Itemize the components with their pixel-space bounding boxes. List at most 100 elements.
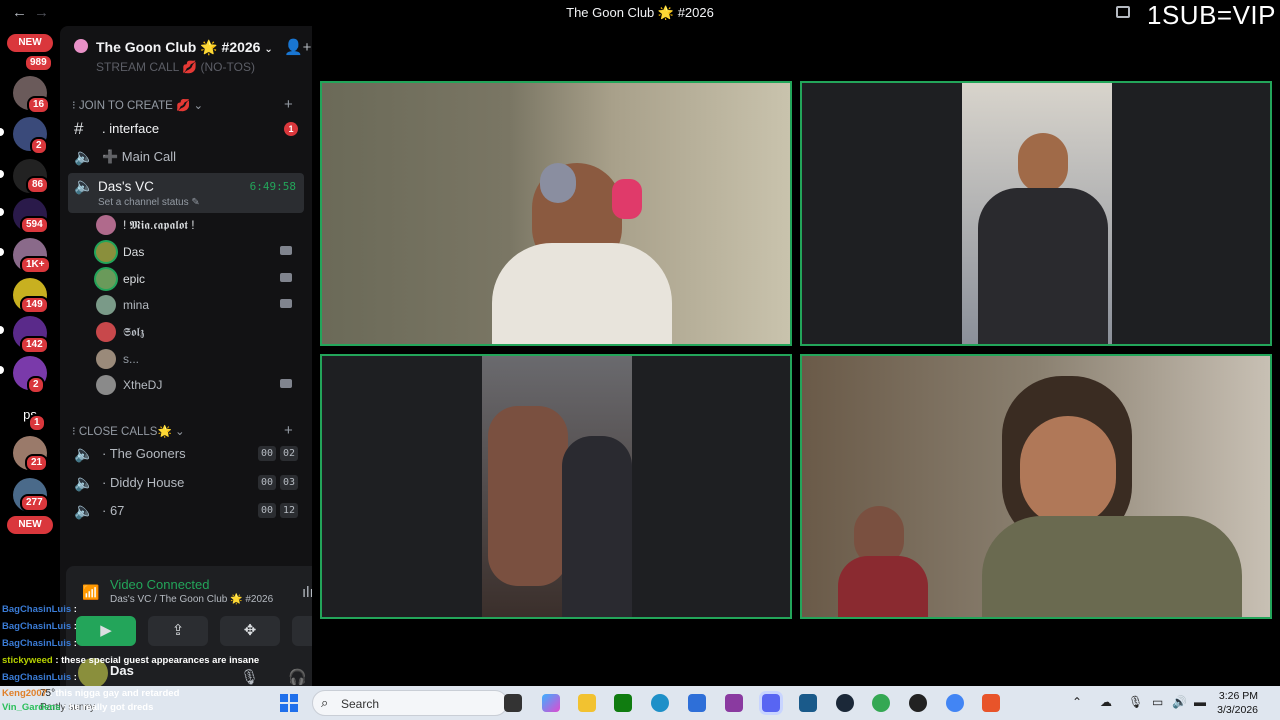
clock-time: 3:26 PM [1218, 690, 1258, 702]
store-icon[interactable] [688, 694, 706, 712]
video-tile[interactable] [800, 81, 1272, 346]
category-close-calls[interactable]: ⁝ CLOSE CALLS🌟 ⌄ + [72, 422, 293, 439]
channel-cut-off[interactable]: STREAM CALL 💋 (NO-TOS) [96, 60, 255, 74]
video-tile[interactable] [320, 81, 792, 346]
display-icon[interactable]: ▭ [1152, 695, 1163, 709]
unread-pip [0, 366, 4, 374]
mention-badge: 16 [27, 96, 51, 114]
new-badge[interactable]: NEW [7, 516, 53, 534]
taskbar-search[interactable]: ⌕ Search [312, 690, 508, 716]
inbox-icon[interactable] [1116, 6, 1130, 18]
mention-badge: 594 [20, 216, 49, 234]
server-name: The Goon Club 🌟 #2026 ⌄ [96, 39, 273, 55]
app-icon[interactable] [982, 694, 1000, 712]
avatar [96, 269, 116, 289]
channel-status[interactable]: Set a channel status ✎ [98, 197, 200, 208]
system-clock[interactable]: 3:26 PM 3/3/2026 [1217, 689, 1258, 717]
chat-message: BagChasinLuis : [2, 638, 77, 649]
mention-badge: 1K+ [20, 256, 51, 274]
mention-badge: 2 [27, 376, 45, 394]
hash-icon: # [74, 119, 84, 138]
voice-status[interactable]: Video Connected [110, 577, 210, 592]
call-timer: 6:49:58 [249, 180, 296, 193]
chat-message: stickyweed : these special guest appeara… [2, 655, 260, 666]
channel-main-call[interactable]: 🔈 ➕ Main Call [68, 144, 304, 170]
voice-user[interactable]: ! 𝕸𝖎𝖆.𝖈𝖆𝖕𝖆𝖑𝖔𝖙 ! [94, 213, 300, 237]
unread-badge: 1 [284, 122, 298, 136]
taskbar-chat-overlay: Keng2007 : this nigga gay and retarded V… [2, 688, 302, 718]
steam-icon[interactable] [836, 694, 854, 712]
mention-badge: 21 [25, 454, 49, 472]
voice-user[interactable]: mina [94, 293, 300, 317]
channel-das-vc[interactable]: 🔈 Das's VC 6:49:58 Set a channel status … [68, 173, 304, 213]
add-channel-icon[interactable]: + [284, 422, 293, 439]
channel-67[interactable]: 🔈 · 67 00 12 [68, 498, 304, 524]
mention-badge: 2 [30, 137, 48, 155]
speaker-icon: 🔈 [74, 475, 94, 492]
mention-badge: 149 [20, 296, 49, 314]
stream-chat-overlay: BagChasinLuis : BagChasinLuis : BagChasi… [2, 604, 302, 688]
voice-user[interactable]: XtheDJ [94, 373, 300, 397]
voice-user[interactable]: Das [94, 240, 300, 264]
chrome-icon[interactable] [946, 694, 964, 712]
video-stage [312, 26, 1280, 686]
video-tile[interactable] [800, 354, 1272, 619]
channel-interface[interactable]: # . interface 1 [68, 116, 304, 142]
copilot-icon[interactable] [542, 694, 560, 712]
chrome-icon[interactable] [872, 694, 890, 712]
speaker-icon: 🔈 [74, 149, 94, 166]
window-title: The Goon Club 🌟 #2026 [566, 5, 714, 20]
channel-sidebar: The Goon Club 🌟 #2026 ⌄ 👤+ STREAM CALL 💋… [60, 26, 312, 686]
add-member-icon[interactable]: 👤+ [284, 38, 311, 56]
voice-user[interactable]: 𝕾𝖔𝖑𝖟 [94, 320, 300, 344]
noise-suppression-icon[interactable]: ılıl [302, 584, 312, 601]
file-explorer-icon[interactable] [578, 694, 596, 712]
network-icon[interactable]: ☁ [1100, 695, 1112, 709]
mention-badge: 86 [26, 176, 50, 194]
avatar [96, 375, 116, 395]
unread-pip [0, 208, 4, 216]
speaker-icon: 🔈 [74, 178, 94, 195]
mention-badge: 989 [24, 54, 53, 72]
unread-pip [0, 170, 4, 178]
chat-message: BagChasinLuis : [2, 604, 77, 615]
mention-badge: 277 [20, 494, 49, 512]
chat-message: Vin_Gardens : he really got dreds [2, 702, 154, 713]
avatar [96, 322, 116, 342]
voice-user[interactable]: s... [94, 347, 300, 371]
clock-date: 3/3/2026 [1217, 704, 1258, 716]
unread-pip [0, 326, 4, 334]
search-icon: ⌕ [321, 695, 329, 710]
avatar [96, 215, 116, 235]
microphone-icon[interactable]: 🎙 [1128, 695, 1143, 709]
video-camera-icon [280, 379, 292, 388]
battery-icon[interactable]: ▬ [1194, 695, 1206, 709]
chat-message: BagChasinLuis : [2, 672, 77, 683]
video-tile[interactable] [320, 354, 792, 619]
avatar [96, 349, 116, 369]
category-join-to-create[interactable]: ⁝ JOIN TO CREATE 💋 ⌄ + [72, 96, 293, 113]
chevron-up-icon[interactable]: ⌃ [1072, 695, 1082, 709]
signal-icon[interactable]: 📶 [82, 584, 99, 601]
speaker-icon: 🔈 [74, 503, 94, 520]
xbox-icon[interactable] [614, 694, 632, 712]
channel-the-gooners[interactable]: 🔈 · The Gooners 00 02 [68, 441, 304, 467]
volume-icon[interactable]: 🔊 [1172, 695, 1187, 709]
mention-badge: 1 [28, 414, 46, 432]
discord-icon[interactable] [762, 694, 780, 712]
chat-message: BagChasinLuis : [2, 621, 77, 632]
app-icon[interactable] [725, 694, 743, 712]
server-icon [74, 39, 88, 53]
avatar [96, 242, 116, 262]
add-channel-icon[interactable]: + [284, 96, 293, 113]
voice-user[interactable]: epic [94, 267, 300, 291]
mention-badge: 142 [20, 336, 49, 354]
edge-icon[interactable] [651, 694, 669, 712]
unread-pip [0, 248, 4, 256]
app-icon[interactable] [799, 694, 817, 712]
title-bar: ← → The Goon Club 🌟 #2026 1SUB=VIP [0, 0, 1280, 30]
channel-diddy-house[interactable]: 🔈 · Diddy House 00 03 [68, 470, 304, 496]
video-camera-icon [280, 299, 292, 308]
obs-icon[interactable] [909, 694, 927, 712]
task-view-icon[interactable] [504, 694, 522, 712]
